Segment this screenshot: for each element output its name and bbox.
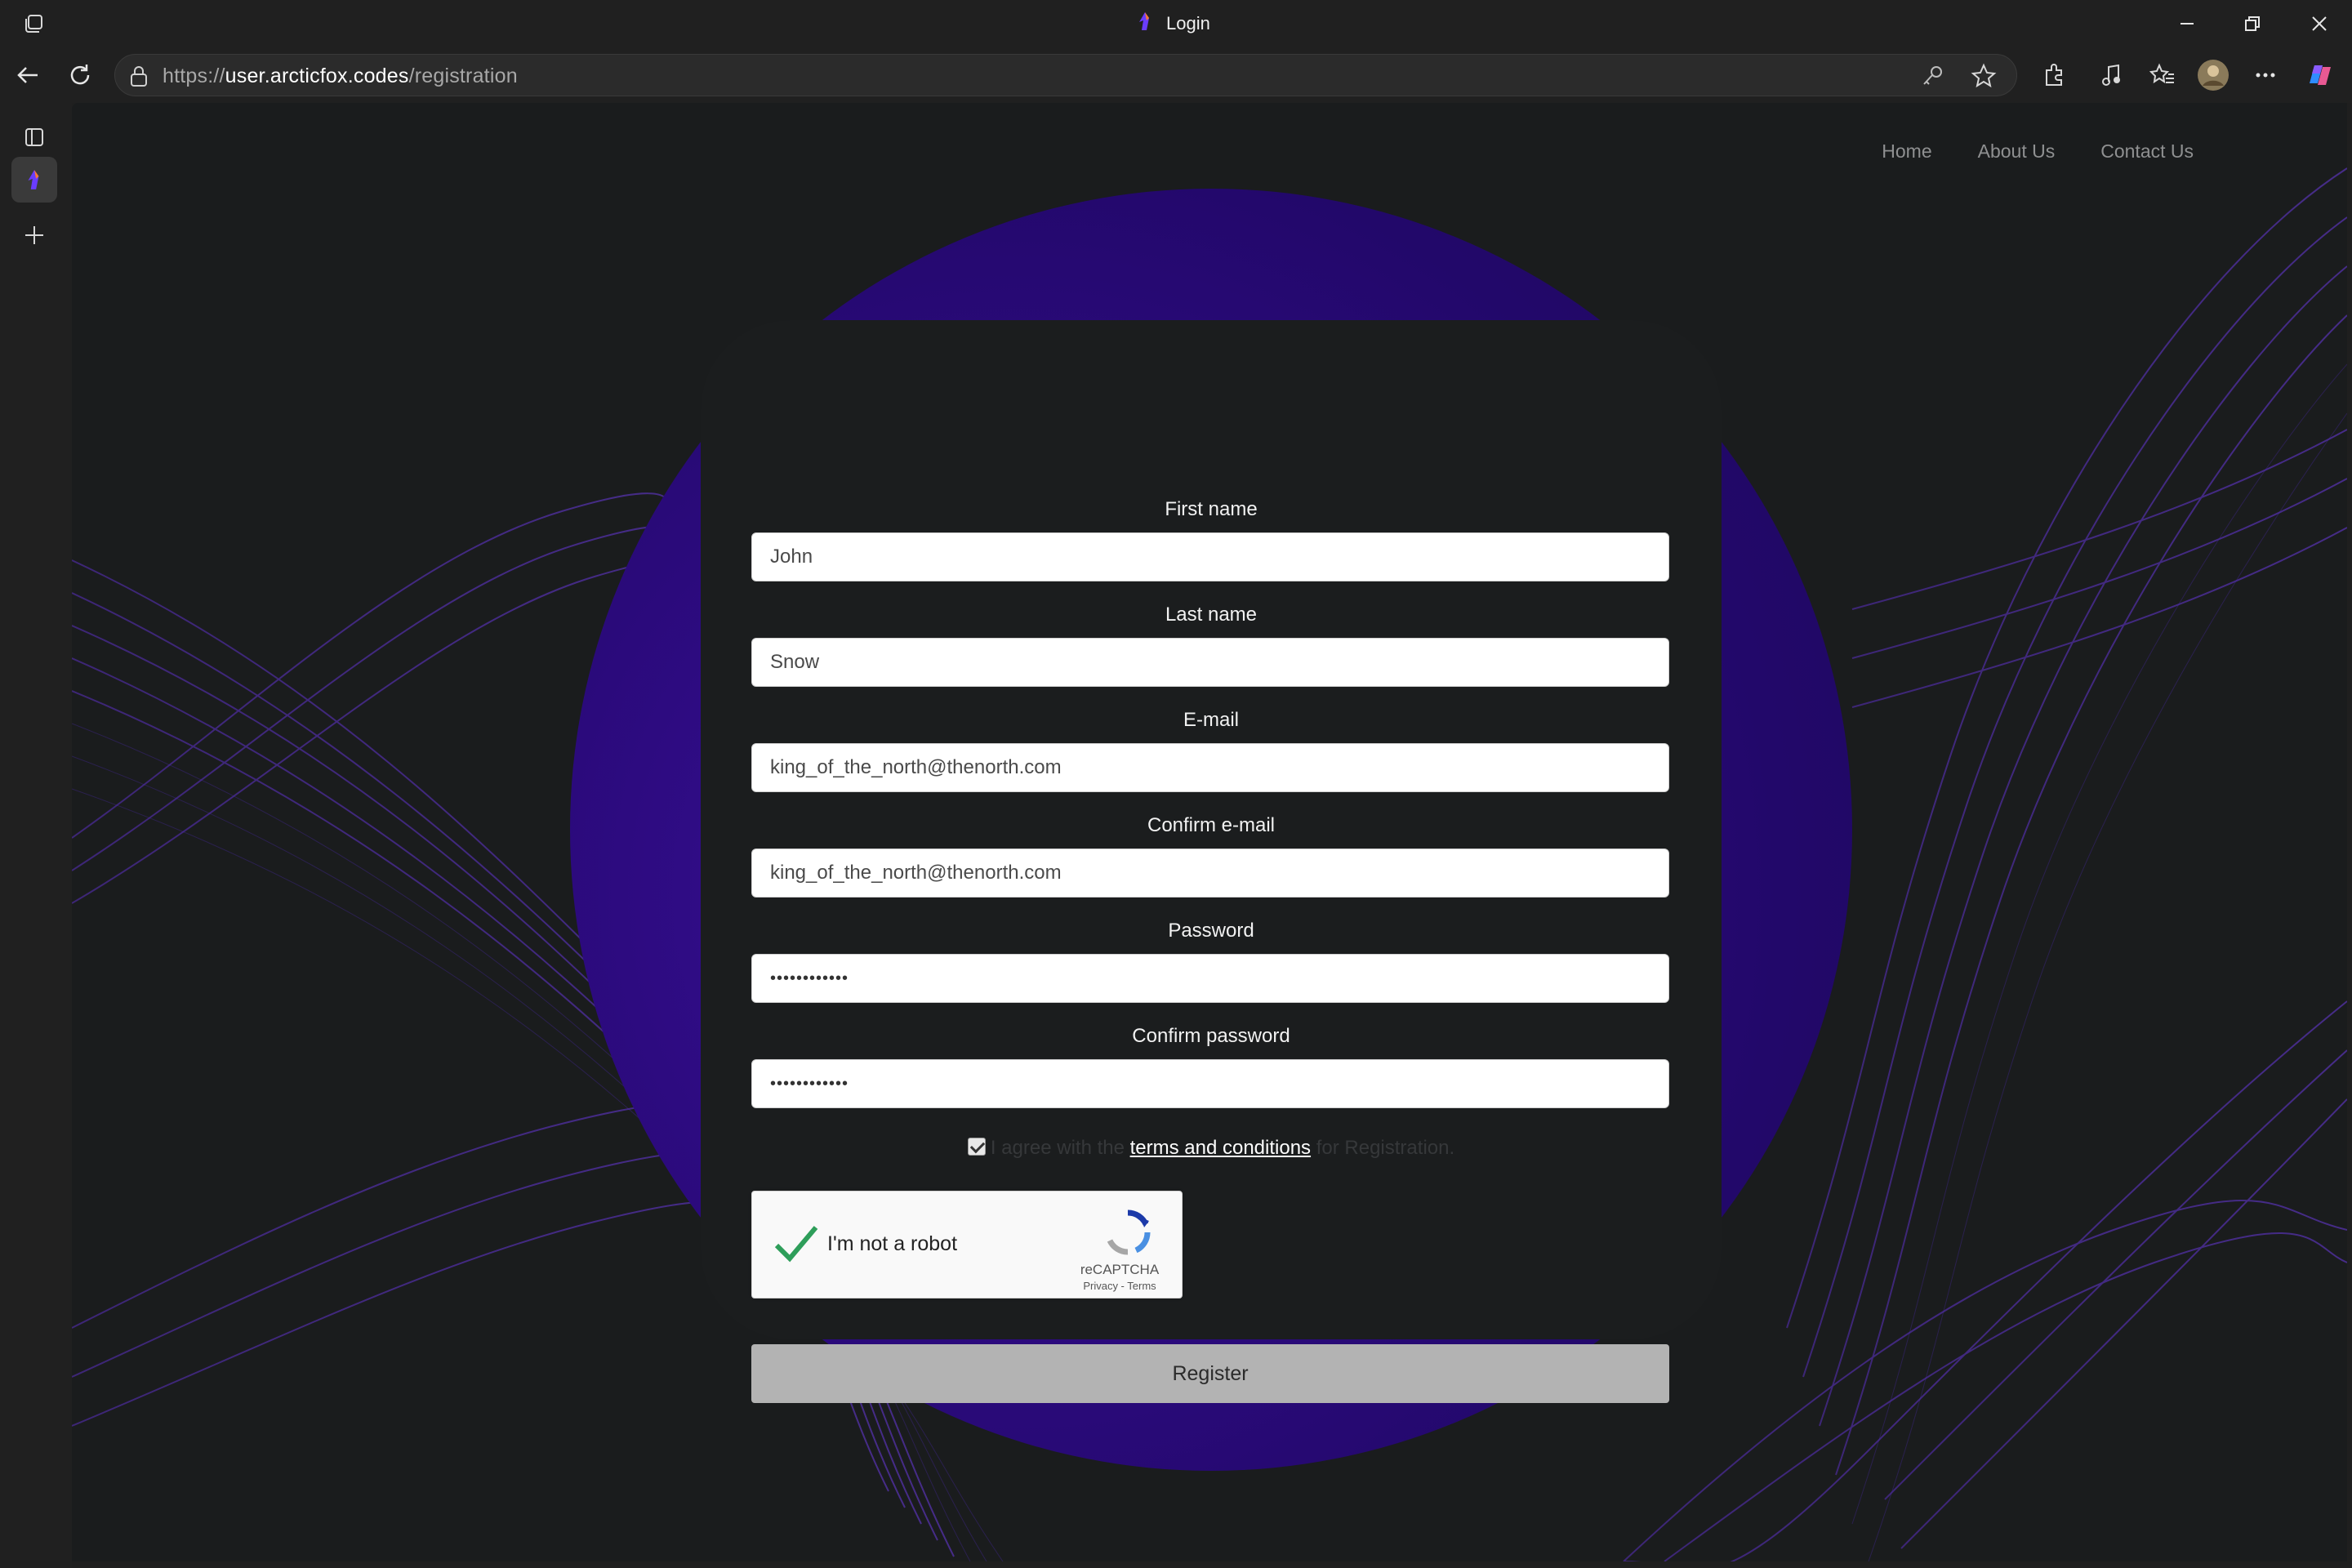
more-menu-icon[interactable] xyxy=(2249,59,2282,91)
address-bar[interactable]: https://user.arcticfox.codes/registratio… xyxy=(114,54,2017,96)
email-label: E-mail xyxy=(1183,709,1239,731)
terms-agreement: I agree with the terms and conditions fo… xyxy=(701,1137,1722,1160)
first-name-input[interactable]: John xyxy=(751,532,1669,581)
register-button[interactable]: Register xyxy=(751,1344,1669,1403)
terms-prefix-text: I agree with the xyxy=(990,1137,1130,1159)
browser-toolbar: https://user.arcticfox.codes/registratio… xyxy=(0,47,2352,103)
site-favicon-icon xyxy=(1135,11,1155,37)
email-input[interactable]: king_of_the_north@thenorth.com xyxy=(751,743,1669,792)
top-navigation: Home About Us Contact Us xyxy=(1882,140,2194,163)
favorite-star-icon[interactable] xyxy=(1971,63,1997,93)
recaptcha-widget[interactable]: I'm not a robot reCAPTCHA Privacy - Term… xyxy=(751,1191,1183,1298)
registration-card: First name John Last name Snow E-mail ki… xyxy=(701,320,1722,1403)
copilot-icon[interactable] xyxy=(2303,59,2336,91)
recaptcha-logo-icon xyxy=(1102,1206,1154,1258)
recaptcha-label: I'm not a robot xyxy=(827,1232,958,1255)
tab-actions-icon[interactable] xyxy=(11,114,57,160)
refresh-icon[interactable] xyxy=(64,59,96,91)
last-name-input[interactable]: Snow xyxy=(751,638,1669,687)
first-name-label: First name xyxy=(1165,498,1258,520)
url-text[interactable]: https://user.arcticfox.codes/registratio… xyxy=(163,65,518,88)
confirm-password-label: Confirm password xyxy=(1132,1025,1290,1047)
close-icon[interactable] xyxy=(2296,7,2342,41)
vertical-tab-strip xyxy=(0,103,72,1568)
nav-link-contact-us[interactable]: Contact Us xyxy=(2100,140,2194,163)
minimize-icon[interactable] xyxy=(2164,7,2210,41)
window-title-text: Login xyxy=(1166,13,1210,33)
nav-link-about-us[interactable]: About Us xyxy=(1978,140,2056,163)
tab-login[interactable] xyxy=(11,157,57,203)
back-arrow-icon[interactable] xyxy=(11,59,44,91)
restore-icon[interactable] xyxy=(2230,7,2275,41)
nav-link-home[interactable]: Home xyxy=(1882,140,1931,163)
password-input[interactable]: •••••••••••• xyxy=(751,954,1669,1003)
confirm-email-input[interactable]: king_of_the_north@thenorth.com xyxy=(751,849,1669,898)
favorites-icon[interactable] xyxy=(2146,59,2179,91)
extensions-icon[interactable] xyxy=(2038,59,2071,91)
url-path: /registration xyxy=(408,65,518,87)
recaptcha-links[interactable]: Privacy - Terms xyxy=(1062,1280,1177,1292)
last-name-label: Last name xyxy=(1165,604,1258,626)
terms-link[interactable]: terms and conditions xyxy=(1130,1137,1311,1159)
window-title: Login xyxy=(1135,11,1210,36)
site-favicon-icon xyxy=(28,170,39,189)
checkmark-icon[interactable] xyxy=(773,1223,819,1263)
key-icon[interactable] xyxy=(1920,63,1946,93)
title-bar: Login xyxy=(0,0,2352,47)
media-icon[interactable] xyxy=(2096,59,2128,91)
terms-checkbox[interactable] xyxy=(967,1138,986,1156)
new-tab-plus-icon[interactable] xyxy=(11,212,57,258)
page-viewport: Home About Us Contact Us First name John… xyxy=(72,103,2347,1561)
lock-icon[interactable] xyxy=(128,65,149,91)
recaptcha-brand: reCAPTCHA xyxy=(1080,1262,1160,1277)
confirm-email-label: Confirm e-mail xyxy=(1147,814,1276,836)
terms-suffix-text: for Registration. xyxy=(1311,1137,1455,1159)
confirm-password-input[interactable]: •••••••••••• xyxy=(751,1059,1669,1108)
profile-avatar[interactable] xyxy=(2197,59,2230,91)
workspaces-icon[interactable] xyxy=(21,11,46,36)
url-host: user.arcticfox.codes xyxy=(225,65,409,87)
password-label: Password xyxy=(1168,920,1254,942)
url-protocol: https:// xyxy=(163,65,225,87)
